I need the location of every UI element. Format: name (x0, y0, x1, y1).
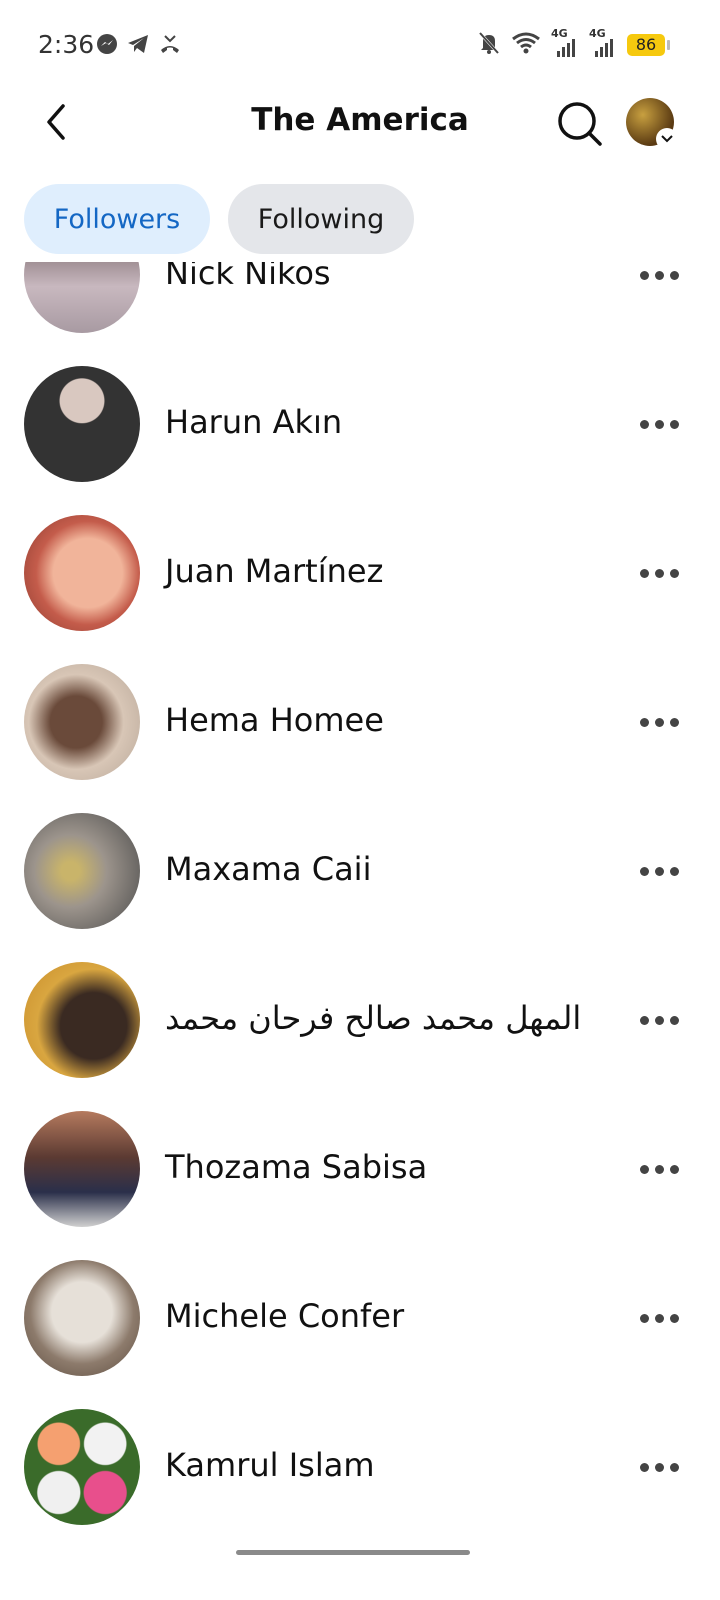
telegram-icon (126, 33, 150, 59)
list-item[interactable]: المهل محمد صالح فرحان محمد (0, 937, 720, 1086)
status-right-icons: 4G 4G 86 (477, 27, 670, 60)
more-dots-icon (639, 568, 649, 578)
more-options-button[interactable] (636, 262, 682, 290)
more-dots-icon (639, 419, 649, 429)
search-button[interactable] (552, 96, 608, 152)
avatar[interactable] (24, 962, 140, 1078)
status-time: 2:36 (38, 30, 95, 59)
more-options-button[interactable] (636, 1303, 682, 1333)
battery-icon: 86 (627, 34, 670, 56)
list-item[interactable]: Maxama Caii (0, 788, 720, 937)
more-options-button[interactable] (636, 856, 682, 886)
avatar[interactable] (24, 515, 140, 631)
page-title: The America (251, 102, 469, 138)
avatar[interactable] (24, 366, 140, 482)
follower-name[interactable]: Nick Nikos (165, 262, 331, 292)
follower-name[interactable]: Hema Homee (165, 701, 384, 739)
back-button[interactable] (32, 98, 80, 146)
avatar[interactable] (24, 664, 140, 780)
status-left-icons (96, 33, 182, 59)
avatar[interactable] (24, 262, 140, 333)
more-dots-icon (639, 717, 649, 727)
back-arrow-icon (47, 104, 65, 140)
signal-4g-icon: 4G (589, 27, 617, 59)
missed-call-icon (158, 33, 182, 59)
more-dots-icon (639, 866, 649, 876)
tab-following[interactable]: Following (228, 184, 414, 254)
more-options-button[interactable] (636, 409, 682, 439)
list-item[interactable]: Thozama Sabisa (0, 1086, 720, 1235)
more-options-button[interactable] (636, 1452, 682, 1482)
chevron-down-icon (656, 128, 678, 150)
more-dots-icon (639, 270, 649, 280)
tab-bar: Followers Following (24, 184, 414, 254)
more-options-button[interactable] (636, 558, 682, 588)
tab-followers[interactable]: Followers (24, 184, 210, 254)
avatar[interactable] (24, 1260, 140, 1376)
more-dots-icon (639, 1164, 649, 1174)
follower-name[interactable]: المهل محمد صالح فرحان محمد (165, 999, 581, 1037)
wifi-icon (511, 31, 541, 59)
battery-level: 86 (627, 34, 665, 56)
more-options-button[interactable] (636, 1005, 682, 1035)
list-item[interactable]: Hema Homee (0, 639, 720, 788)
follower-name[interactable]: Juan Martínez (165, 552, 383, 590)
more-dots-icon (639, 1015, 649, 1025)
list-item[interactable]: Nick Nikos (0, 262, 720, 341)
list-item[interactable]: Kamrul Islam (0, 1384, 720, 1533)
mute-bell-icon (477, 30, 501, 60)
header: The America (0, 92, 720, 158)
list-item[interactable]: Harun Akın (0, 341, 720, 490)
more-options-button[interactable] (636, 707, 682, 737)
follower-name[interactable]: Michele Confer (165, 1297, 404, 1335)
avatar[interactable] (24, 813, 140, 929)
more-dots-icon (639, 1462, 649, 1472)
more-dots-icon (639, 1313, 649, 1323)
messenger-icon (96, 33, 118, 59)
follower-name[interactable]: Maxama Caii (165, 850, 371, 888)
search-icon (558, 102, 602, 146)
profile-switcher-button[interactable] (626, 98, 678, 150)
home-indicator[interactable] (236, 1550, 470, 1555)
list-item[interactable]: Michele Confer (0, 1235, 720, 1384)
avatar[interactable] (24, 1111, 140, 1227)
avatar[interactable] (24, 1409, 140, 1525)
follower-name[interactable]: Kamrul Islam (165, 1446, 374, 1484)
more-options-button[interactable] (636, 1154, 682, 1184)
followers-list[interactable]: Nick Nikos Harun Akın Juan Martínez Hema… (0, 262, 720, 1552)
follower-name[interactable]: Harun Akın (165, 403, 342, 441)
list-item[interactable]: Juan Martínez (0, 490, 720, 639)
signal-4g-icon: 4G (551, 27, 579, 59)
follower-name[interactable]: Thozama Sabisa (165, 1148, 427, 1186)
status-bar: 2:36 4G 4G 86 (0, 0, 720, 92)
